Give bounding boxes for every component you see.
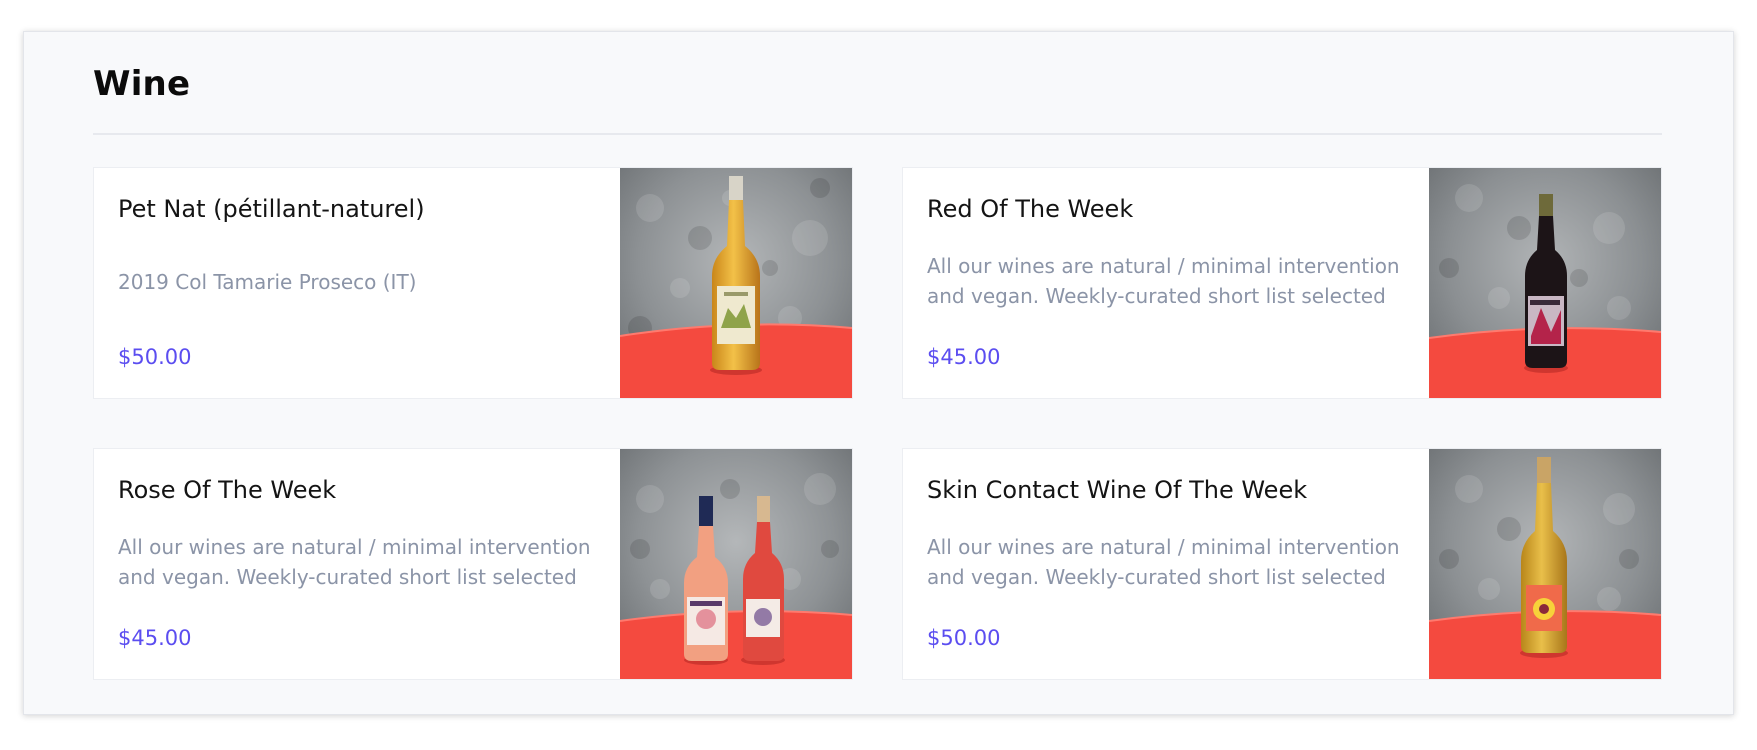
menu-item-price: $50.00 bbox=[927, 626, 1001, 650]
menu-item-card[interactable]: Rose Of The Week All our wines are natur… bbox=[93, 448, 853, 680]
menu-item-price: $45.00 bbox=[927, 345, 1001, 369]
menu-item-price: $45.00 bbox=[118, 626, 192, 650]
menu-item-title: Skin Contact Wine Of The Week bbox=[927, 476, 1308, 504]
bottle-image-svg bbox=[1429, 449, 1661, 679]
menu-item-text: Rose Of The Week All our wines are natur… bbox=[118, 449, 598, 679]
section-title: Wine bbox=[93, 64, 191, 104]
menu-item-text: Red Of The Week All our wines are natura… bbox=[927, 168, 1407, 398]
menu-item-title: Red Of The Week bbox=[927, 195, 1134, 223]
menu-item-title: Pet Nat (pétillant-naturel) bbox=[118, 195, 425, 223]
white-wine-bottle-photo[interactable] bbox=[620, 168, 852, 398]
rose-wine-bottles-photo[interactable] bbox=[620, 449, 852, 679]
bottle-image-svg bbox=[1429, 168, 1661, 398]
menu-item-description: 2019 Col Tamarie Proseco (IT) bbox=[118, 270, 417, 294]
menu-item-title: Rose Of The Week bbox=[118, 476, 337, 504]
section-divider bbox=[93, 133, 1662, 135]
menu-item-card[interactable]: Pet Nat (pétillant-naturel) 2019 Col Tam… bbox=[93, 167, 853, 399]
menu-item-text: Skin Contact Wine Of The Week All our wi… bbox=[927, 449, 1407, 679]
menu-item-card[interactable]: Skin Contact Wine Of The Week All our wi… bbox=[902, 448, 1662, 680]
menu-item-price: $50.00 bbox=[118, 345, 192, 369]
wine-menu-panel: Wine Pet Nat (pétillant-naturel) 2019 Co… bbox=[23, 31, 1734, 715]
bottle-image-svg bbox=[620, 449, 852, 679]
bottle-image-svg bbox=[620, 168, 852, 398]
menu-item-card[interactable]: Red Of The Week All our wines are natura… bbox=[902, 167, 1662, 399]
menu-item-description: All our wines are natural / minimal inte… bbox=[927, 535, 1400, 589]
menu-item-description: All our wines are natural / minimal inte… bbox=[927, 254, 1400, 308]
menu-item-text: Pet Nat (pétillant-naturel) 2019 Col Tam… bbox=[118, 168, 598, 398]
skin-contact-wine-bottle-photo[interactable] bbox=[1429, 449, 1661, 679]
red-wine-bottle-photo[interactable] bbox=[1429, 168, 1661, 398]
menu-item-description: All our wines are natural / minimal inte… bbox=[118, 535, 591, 589]
